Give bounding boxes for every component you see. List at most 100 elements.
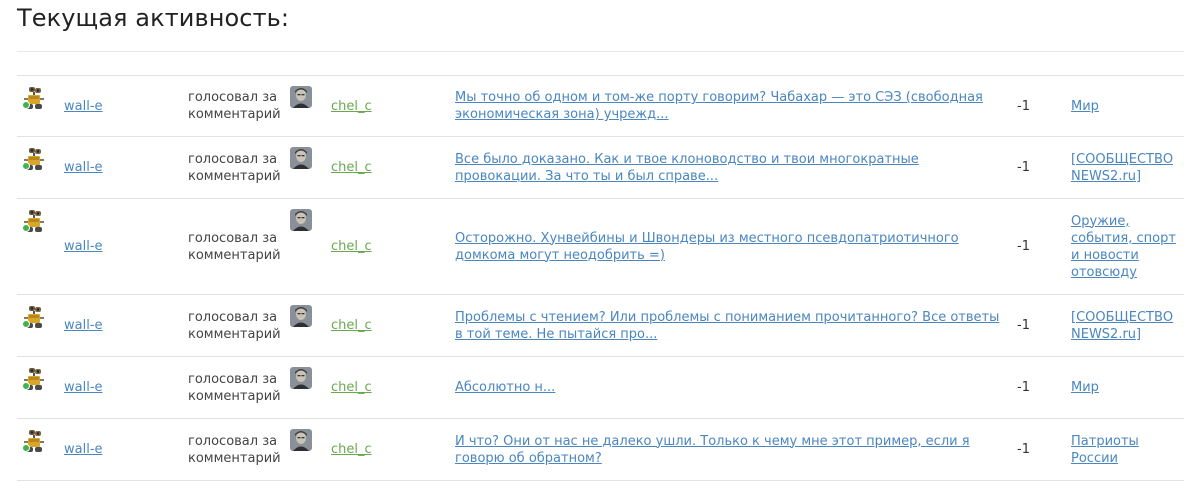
voter-avatar[interactable] xyxy=(21,86,47,110)
vote-score: -1 xyxy=(1017,98,1030,114)
action-text: голосовал за комментарий xyxy=(188,433,281,466)
voter-avatar-cell xyxy=(17,295,64,357)
target-user-cell: chel_c xyxy=(331,199,455,295)
comment-link[interactable]: Абсолютно н... xyxy=(455,379,1015,396)
target-user-link[interactable]: chel_c xyxy=(331,380,372,395)
comment-link[interactable]: И что? Они от нас не далеко ушли. Только… xyxy=(455,433,1015,467)
target-user-cell: chel_c xyxy=(331,137,455,199)
user-photo-icon[interactable] xyxy=(290,209,312,231)
activity-row: wall-e голосовал за комментарий chel_c xyxy=(17,418,1184,481)
action-text: голосовал за комментарий xyxy=(188,151,281,184)
voter-avatar[interactable] xyxy=(21,305,47,329)
user-photo-icon[interactable] xyxy=(290,429,312,451)
target-user-link[interactable]: chel_c xyxy=(331,160,372,175)
user-photo-icon[interactable] xyxy=(290,305,312,327)
comment-link[interactable]: Проблемы с чтением? Или проблемы с поним… xyxy=(455,309,1015,343)
voter-link[interactable]: wall-e xyxy=(64,380,103,395)
user-photo-icon[interactable] xyxy=(290,147,312,169)
score-cell: -1 xyxy=(1015,419,1071,481)
comment-cell: Все было доказано. Как и твое клоноводст… xyxy=(455,137,1015,199)
voter-link[interactable]: wall-e xyxy=(64,318,103,333)
action-text: голосовал за комментарий xyxy=(188,230,281,263)
voter-avatar-cell xyxy=(17,419,64,481)
action-cell: голосовал за комментарий xyxy=(188,357,290,419)
activity-list: wall-e голосовал за комментарий chel_c М… xyxy=(17,75,1184,481)
activity-row: wall-e голосовал за комментарий chel_c xyxy=(17,294,1184,357)
voter-link[interactable]: wall-e xyxy=(64,99,103,114)
comment-link[interactable]: Осторожно. Хунвейбины и Швондеры из мест… xyxy=(455,230,1015,264)
online-status-dot xyxy=(22,320,30,328)
target-user-link[interactable]: chel_c xyxy=(331,318,372,333)
vote-score: -1 xyxy=(1017,442,1030,457)
online-status-dot xyxy=(22,101,30,109)
voter-avatar-cell xyxy=(17,76,64,137)
target-avatar-cell xyxy=(290,295,331,357)
activity-row: wall-e голосовал за комментарий chel_c xyxy=(17,356,1184,419)
title-divider xyxy=(17,51,1184,52)
community-cell: Мир xyxy=(1071,76,1184,137)
voter-avatar[interactable] xyxy=(21,367,47,391)
voter-avatar[interactable] xyxy=(21,147,47,171)
score-cell: -1 xyxy=(1015,137,1071,199)
voter-cell: wall-e xyxy=(64,295,188,357)
activity-row: wall-e голосовал за комментарий chel_c xyxy=(17,75,1184,137)
voter-cell: wall-e xyxy=(64,137,188,199)
comment-cell: Мы точно об одном и том-же порту говорим… xyxy=(455,76,1015,137)
target-avatar-cell xyxy=(290,199,331,295)
activity-row: wall-e голосовал за комментарий chel_c xyxy=(17,198,1184,295)
comment-link[interactable]: Мы точно об одном и том-же порту говорим… xyxy=(455,89,1015,123)
voter-cell: wall-e xyxy=(64,76,188,137)
score-cell: -1 xyxy=(1015,199,1071,295)
voter-link[interactable]: wall-e xyxy=(64,239,103,254)
community-link[interactable]: [СООБЩЕСТВО NEWS2.ru] xyxy=(1071,151,1184,185)
target-user-link[interactable]: chel_c xyxy=(331,99,372,114)
voter-avatar-cell xyxy=(17,137,64,199)
activity-table: wall-e голосовал за комментарий chel_c М… xyxy=(17,75,1184,481)
score-cell: -1 xyxy=(1015,357,1071,419)
target-user-link[interactable]: chel_c xyxy=(331,239,372,254)
action-cell: голосовал за комментарий xyxy=(188,419,290,481)
target-user-link[interactable]: chel_c xyxy=(331,442,372,457)
online-status-dot xyxy=(22,162,30,170)
voter-link[interactable]: wall-e xyxy=(64,442,103,457)
community-link[interactable]: Мир xyxy=(1071,379,1184,396)
user-photo-icon[interactable] xyxy=(290,86,312,108)
page-title: Текущая активность: xyxy=(17,4,290,32)
score-cell: -1 xyxy=(1015,76,1071,137)
comment-cell: Проблемы с чтением? Или проблемы с поним… xyxy=(455,295,1015,357)
voter-avatar-cell xyxy=(17,357,64,419)
action-cell: голосовал за комментарий xyxy=(188,199,290,295)
target-avatar-cell xyxy=(290,76,331,137)
community-link[interactable]: Оружие, события, спорт и новости отовсюд… xyxy=(1071,213,1184,281)
voter-avatar[interactable] xyxy=(21,429,47,453)
community-cell: Оружие, события, спорт и новости отовсюд… xyxy=(1071,199,1184,295)
comment-cell: Осторожно. Хунвейбины и Швондеры из мест… xyxy=(455,199,1015,295)
online-status-dot xyxy=(22,382,30,390)
community-link[interactable]: Мир xyxy=(1071,98,1184,115)
community-cell: [СООБЩЕСТВО NEWS2.ru] xyxy=(1071,295,1184,357)
score-cell: -1 xyxy=(1015,295,1071,357)
target-avatar-cell xyxy=(290,357,331,419)
comment-link[interactable]: Все было доказано. Как и твое клоноводст… xyxy=(455,151,1015,185)
comment-cell: И что? Они от нас не далеко ушли. Только… xyxy=(455,419,1015,481)
action-cell: голосовал за комментарий xyxy=(188,137,290,199)
voter-avatar-cell xyxy=(17,199,64,295)
voter-link[interactable]: wall-e xyxy=(64,160,103,175)
action-cell: голосовал за комментарий xyxy=(188,76,290,137)
user-photo-icon[interactable] xyxy=(290,367,312,389)
target-user-cell: chel_c xyxy=(331,357,455,419)
voter-cell: wall-e xyxy=(64,357,188,419)
action-text: голосовал за комментарий xyxy=(188,371,281,404)
target-avatar-cell xyxy=(290,137,331,199)
community-link[interactable]: [СООБЩЕСТВО NEWS2.ru] xyxy=(1071,309,1184,343)
community-cell: Патриоты России xyxy=(1071,419,1184,481)
vote-score: -1 xyxy=(1017,239,1030,254)
comment-cell: Абсолютно н... xyxy=(455,357,1015,419)
online-status-dot xyxy=(22,444,30,452)
community-link[interactable]: Патриоты России xyxy=(1071,433,1184,467)
community-cell: [СООБЩЕСТВО NEWS2.ru] xyxy=(1071,137,1184,199)
action-text: голосовал за комментарий xyxy=(188,309,281,342)
voter-avatar[interactable] xyxy=(21,209,47,233)
vote-score: -1 xyxy=(1017,380,1030,395)
voter-cell: wall-e xyxy=(64,419,188,481)
